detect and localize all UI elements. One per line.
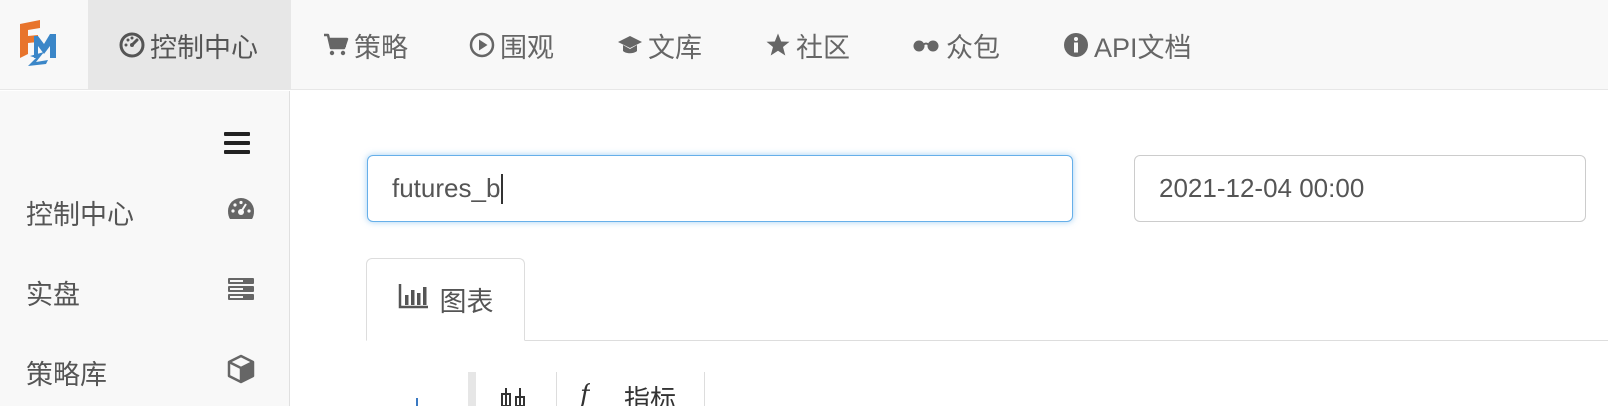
glasses-icon xyxy=(910,31,942,59)
candlestick-icon[interactable] xyxy=(500,388,530,406)
nav-label: API文档 xyxy=(1094,32,1192,63)
sidebar-item-strategy-library[interactable]: 策略库 xyxy=(26,352,256,392)
dashboard-icon xyxy=(118,31,146,59)
nav-control-center[interactable]: 控制中心 xyxy=(88,0,291,90)
nav-strategy[interactable]: 策略 xyxy=(322,0,408,90)
cube-icon xyxy=(226,354,256,391)
hamburger-menu-icon[interactable] xyxy=(224,132,250,154)
top-navbar: 控制中心 策略 围观 文库 社区 众包 API文档 xyxy=(0,0,1608,90)
nav-community[interactable]: 社区 xyxy=(764,0,850,90)
nav-library[interactable]: 文库 xyxy=(616,0,702,90)
drawing-cursor-icon xyxy=(416,398,418,406)
sidebar-item-label: 控制中心 xyxy=(26,199,134,230)
sidebar-item-label: 实盘 xyxy=(26,279,80,310)
toolbar-handle[interactable] xyxy=(468,372,476,406)
indicator-fx-icon: f xyxy=(580,382,590,406)
nav-label: 控制中心 xyxy=(150,32,258,63)
info-circle-icon xyxy=(1062,31,1090,59)
nav-label: 文库 xyxy=(648,32,702,63)
date-input[interactable]: 2021-12-04 00:00 xyxy=(1134,155,1586,222)
nav-api-docs[interactable]: API文档 xyxy=(1062,0,1192,90)
sidebar-item-label: 策略库 xyxy=(26,359,107,390)
search-input-value: futures_b xyxy=(392,173,501,203)
nav-label: 围观 xyxy=(500,32,554,63)
shopping-cart-icon xyxy=(322,31,350,59)
strategy-search-input[interactable]: futures_b xyxy=(367,155,1073,222)
toolbar-divider xyxy=(556,372,557,406)
nav-label: 社区 xyxy=(796,32,850,63)
tab-label: 图表 xyxy=(439,287,494,317)
star-icon xyxy=(764,31,792,59)
play-circle-icon xyxy=(468,31,496,59)
fmz-logo[interactable] xyxy=(14,18,62,66)
server-icon xyxy=(226,274,256,311)
logo-icon xyxy=(20,20,56,66)
sidebar-item-live[interactable]: 实盘 xyxy=(26,272,256,312)
text-caret xyxy=(501,173,504,204)
bar-chart-icon xyxy=(398,282,440,317)
sidebar-item-control-center[interactable]: 控制中心 xyxy=(26,192,256,232)
nav-crowdsource[interactable]: 众包 xyxy=(910,0,1000,90)
indicator-button[interactable]: 指标 xyxy=(624,386,676,406)
date-input-value: 2021-12-04 00:00 xyxy=(1159,173,1365,203)
nav-watch[interactable]: 围观 xyxy=(468,0,554,90)
nav-label: 策略 xyxy=(354,32,408,63)
tab-bar-border xyxy=(366,340,1608,341)
tab-chart[interactable]: 图表 xyxy=(366,258,525,341)
graduation-cap-icon xyxy=(616,31,644,59)
toolbar-divider xyxy=(704,372,705,406)
dashboard-icon xyxy=(226,194,256,231)
nav-label: 众包 xyxy=(946,32,1000,63)
